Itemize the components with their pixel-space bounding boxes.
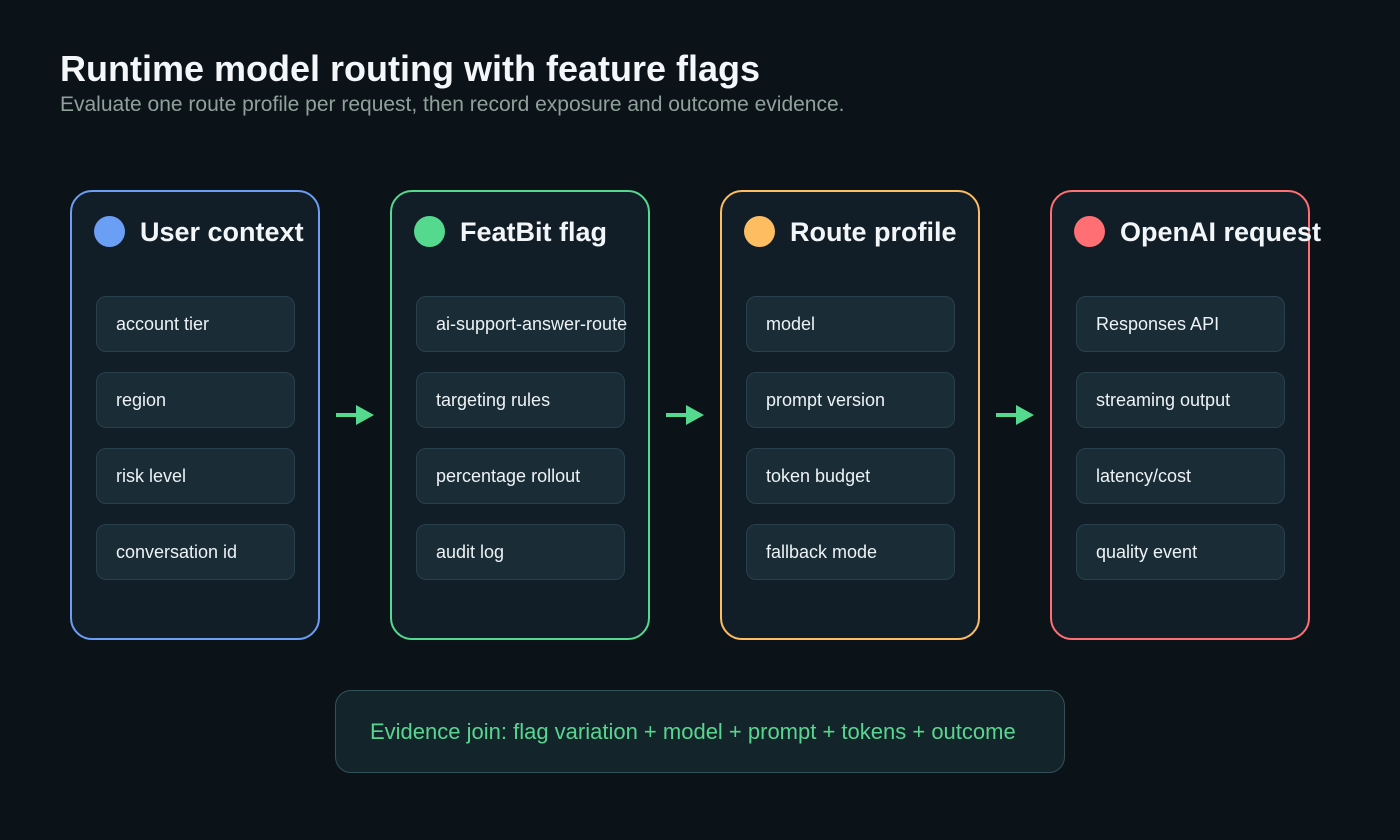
- card-item: model: [746, 296, 955, 352]
- arrow-right-icon: [996, 405, 1034, 425]
- card-header: Route profile: [744, 216, 957, 247]
- status-dot-icon: [744, 216, 775, 247]
- status-dot-icon: [1074, 216, 1105, 247]
- card-title: User context: [140, 216, 304, 247]
- route-profile-card: Route profile model prompt version token…: [720, 190, 980, 640]
- card-item: ai-support-answer-route: [416, 296, 627, 352]
- status-dot-icon: [94, 216, 125, 247]
- card-item: conversation id: [96, 524, 295, 580]
- card-title: OpenAI request: [1120, 216, 1322, 247]
- page-subtitle: Evaluate one route profile per request, …: [60, 93, 845, 116]
- user-context-card: User context account tier region risk le…: [70, 190, 320, 640]
- card-item: fallback mode: [746, 524, 955, 580]
- card-header: OpenAI request: [1074, 216, 1321, 247]
- card-item: percentage rollout: [416, 448, 625, 504]
- card-header: FeatBit flag: [414, 216, 607, 247]
- card-title: Route profile: [790, 216, 957, 247]
- evidence-join-banner: Evidence join: flag variation + model + …: [335, 690, 1065, 773]
- card-item: risk level: [96, 448, 295, 504]
- card-item: streaming output: [1076, 372, 1285, 428]
- card-item: targeting rules: [416, 372, 625, 428]
- openai-request-card: OpenAI request Responses API streaming o…: [1050, 190, 1321, 640]
- card-item: token budget: [746, 448, 955, 504]
- arrow-right-icon: [666, 405, 704, 425]
- arrow-right-icon: [336, 405, 374, 425]
- card-header: User context: [94, 216, 304, 247]
- featbit-flag-card: FeatBit flag ai-support-answer-route tar…: [390, 190, 650, 640]
- card-item: Responses API: [1076, 296, 1285, 352]
- status-dot-icon: [414, 216, 445, 247]
- card-item: latency/cost: [1076, 448, 1285, 504]
- card-item: prompt version: [746, 372, 955, 428]
- card-item: audit log: [416, 524, 625, 580]
- card-item: region: [96, 372, 295, 428]
- page-title: Runtime model routing with feature flags: [60, 48, 761, 89]
- card-item: account tier: [96, 296, 295, 352]
- card-item: quality event: [1076, 524, 1285, 580]
- card-title: FeatBit flag: [460, 216, 608, 247]
